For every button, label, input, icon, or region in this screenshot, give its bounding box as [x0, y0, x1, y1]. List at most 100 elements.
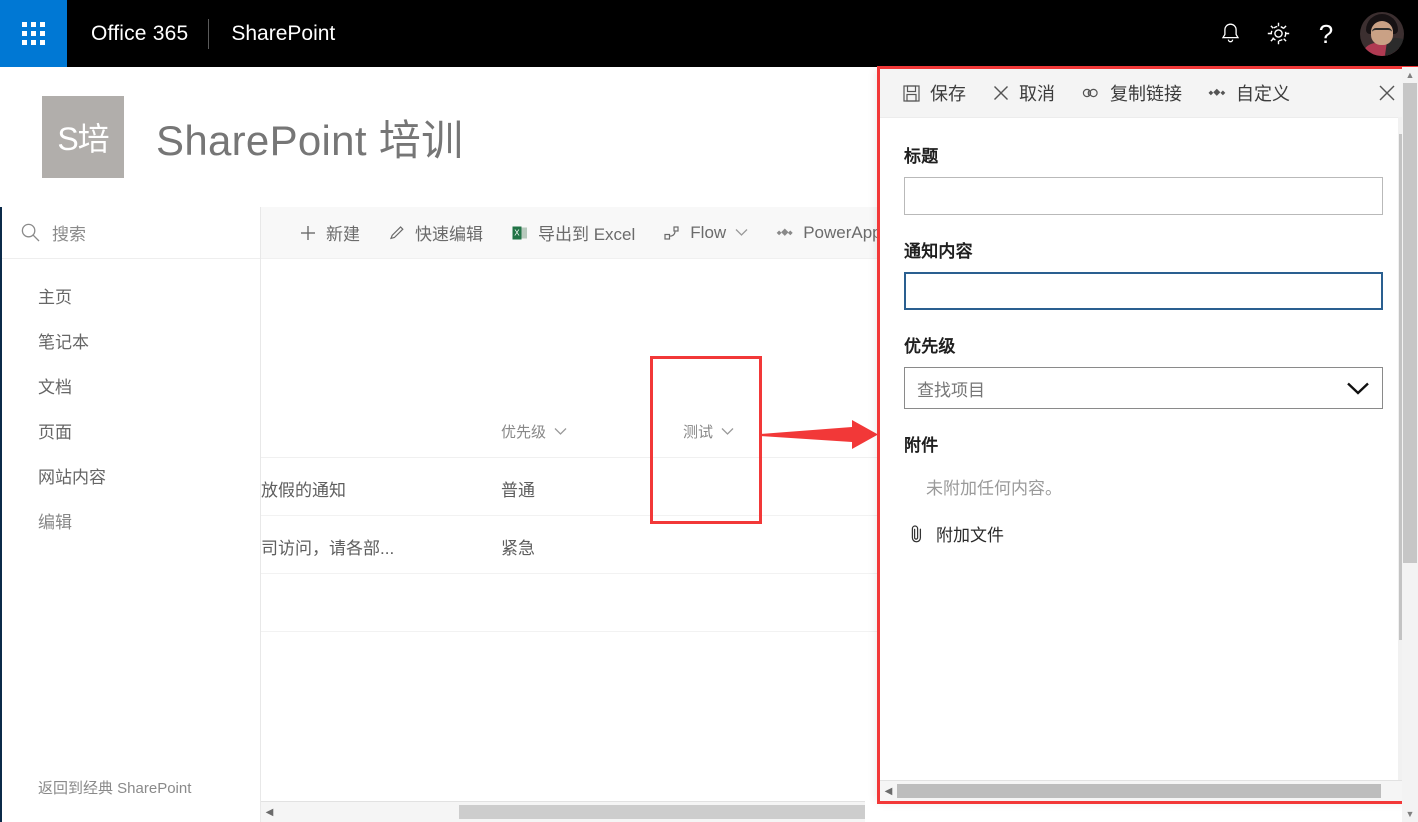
cell-priority: 紧急 — [501, 539, 535, 558]
flow-button[interactable]: Flow — [663, 223, 748, 243]
copy-link-label: 复制链接 — [1110, 84, 1182, 104]
chevron-down-icon — [735, 228, 748, 237]
nav-accent-bar — [0, 207, 2, 822]
column-header-label: 优先级 — [501, 424, 547, 441]
save-icon — [902, 84, 921, 103]
notice-content-input[interactable] — [904, 272, 1383, 310]
close-icon — [1377, 83, 1397, 103]
site-title: SharePoint 培训 — [156, 116, 464, 164]
field-attachments: 附件 未附加任何内容。 附加文件 — [904, 431, 1383, 546]
question-mark-icon: ? — [1318, 18, 1334, 49]
attachments-empty-text: 未附加任何内容。 — [926, 479, 1062, 498]
notifications-button[interactable] — [1206, 0, 1254, 67]
scroll-left-arrow[interactable]: ◀ — [880, 786, 897, 797]
nav-item-list: 主页 笔记本 文档 页面 网站内容 编辑 — [0, 259, 260, 543]
cancel-button[interactable]: 取消 — [992, 80, 1055, 106]
attach-file-label: 附加文件 — [936, 526, 1004, 545]
nav-label: 文档 — [38, 378, 72, 397]
cell-title: 放假的通知 — [261, 481, 346, 500]
search-icon — [20, 222, 42, 244]
field-attachments-label: 附件 — [904, 436, 939, 455]
left-navigation: 搜索 主页 笔记本 文档 页面 网站内容 编辑 返回到经典 SharePoint — [0, 207, 261, 822]
field-title: 标题 — [904, 142, 1383, 215]
suite-actions: ? — [1206, 0, 1418, 67]
link-icon — [1081, 84, 1101, 102]
sharepoint-app-link[interactable]: SharePoint — [209, 22, 355, 46]
copy-link-button[interactable]: 复制链接 — [1081, 80, 1182, 106]
customize-label: 自定义 — [1236, 84, 1290, 104]
powerapps-icon — [776, 224, 794, 242]
pencil-icon — [388, 224, 406, 242]
field-notice-content-label: 通知内容 — [904, 242, 973, 261]
new-item-label: 新建 — [326, 225, 360, 244]
item-form-panel: 保存 取消 复制链接 自定义 标题 通知内容 优先级 查找项目 附件 未附加任何… — [880, 69, 1415, 801]
field-notice-content: 通知内容 — [904, 237, 1383, 310]
sidebar-item-edit[interactable]: 编辑 — [0, 498, 260, 543]
chevron-down-icon — [721, 427, 734, 436]
export-to-excel-button[interactable]: X 导出到 Excel — [511, 220, 635, 245]
customize-button[interactable]: 自定义 — [1208, 80, 1290, 106]
close-panel-button[interactable] — [1377, 83, 1397, 103]
flow-icon — [663, 224, 681, 242]
field-priority: 优先级 查找项目 — [904, 332, 1383, 409]
panel-form-body: 标题 通知内容 优先级 查找项目 附件 未附加任何内容。 附加文件 — [880, 118, 1415, 802]
settings-button[interactable] — [1254, 0, 1302, 67]
priority-lookup-placeholder: 查找项目 — [917, 380, 985, 400]
title-input[interactable] — [904, 177, 1383, 215]
search-box[interactable]: 搜索 — [0, 207, 260, 259]
column-header-priority[interactable]: 优先级 — [501, 421, 567, 442]
scroll-thumb[interactable] — [459, 805, 865, 819]
column-header-test[interactable]: 测试 — [683, 421, 734, 442]
app-launcher-button[interactable] — [0, 0, 67, 67]
panel-horizontal-scrollbar[interactable]: ◀ ▶ — [880, 780, 1415, 801]
nav-label: 笔记本 — [38, 333, 89, 352]
scroll-thumb[interactable] — [897, 784, 1381, 798]
cell-priority: 普通 — [501, 481, 535, 500]
office-brand-link[interactable]: Office 365 — [67, 22, 208, 46]
app-root: Office 365 SharePoint ? S培 SharePoint 培训… — [0, 0, 1418, 822]
export-to-excel-label: 导出到 Excel — [538, 225, 636, 244]
panel-command-bar: 保存 取消 复制链接 自定义 — [880, 69, 1415, 118]
waffle-icon — [22, 22, 45, 45]
search-placeholder: 搜索 — [52, 225, 86, 244]
sidebar-item-notebook[interactable]: 笔记本 — [0, 318, 260, 363]
close-x-icon — [992, 84, 1010, 102]
sidebar-item-pages[interactable]: 页面 — [0, 408, 260, 453]
sidebar-item-documents[interactable]: 文档 — [0, 363, 260, 408]
page-vertical-scrollbar[interactable]: ▲ ▼ — [1402, 67, 1418, 822]
user-avatar[interactable] — [1360, 11, 1404, 56]
quick-edit-button[interactable]: 快速编辑 — [388, 220, 483, 245]
priority-lookup-dropdown[interactable]: 查找项目 — [904, 367, 1383, 409]
powerapps-label: PowerApps — [803, 222, 891, 242]
quick-edit-label: 快速编辑 — [415, 225, 483, 244]
avatar-glasses — [1372, 27, 1392, 36]
column-header-label: 测试 — [683, 424, 714, 441]
nav-label: 编辑 — [38, 513, 72, 532]
cancel-label: 取消 — [1019, 84, 1055, 104]
cell-title: 司访问，请各部... — [261, 539, 395, 558]
help-button[interactable]: ? — [1302, 0, 1350, 67]
diamonds-icon — [1208, 85, 1227, 101]
save-label: 保存 — [930, 84, 966, 104]
new-item-button[interactable]: 新建 — [299, 220, 360, 245]
scroll-left-arrow[interactable]: ◀ — [261, 807, 278, 818]
office-suite-bar: Office 365 SharePoint ? — [0, 0, 1418, 67]
nav-label: 主页 — [38, 288, 72, 307]
return-to-classic-link[interactable]: 返回到经典 SharePoint — [38, 777, 191, 798]
excel-icon: X — [511, 224, 529, 242]
gear-icon — [1266, 21, 1291, 46]
sidebar-item-site-contents[interactable]: 网站内容 — [0, 453, 260, 498]
page-scroll-up-arrow[interactable]: ▲ — [1402, 67, 1418, 83]
flow-label: Flow — [690, 222, 727, 242]
field-priority-label: 优先级 — [904, 337, 956, 356]
paperclip-icon — [908, 524, 926, 544]
sidebar-item-home[interactable]: 主页 — [0, 273, 260, 318]
bell-icon — [1220, 22, 1241, 45]
powerapps-button[interactable]: PowerApps — [776, 223, 890, 243]
chevron-down-icon — [1346, 381, 1370, 396]
page-scroll-down-arrow[interactable]: ▼ — [1402, 806, 1418, 822]
save-button[interactable]: 保存 — [902, 80, 966, 106]
list-horizontal-scrollbar[interactable]: ◀ — [261, 801, 865, 822]
page-scroll-thumb[interactable] — [1403, 83, 1417, 563]
attach-file-button[interactable]: 附加文件 — [904, 521, 1383, 546]
